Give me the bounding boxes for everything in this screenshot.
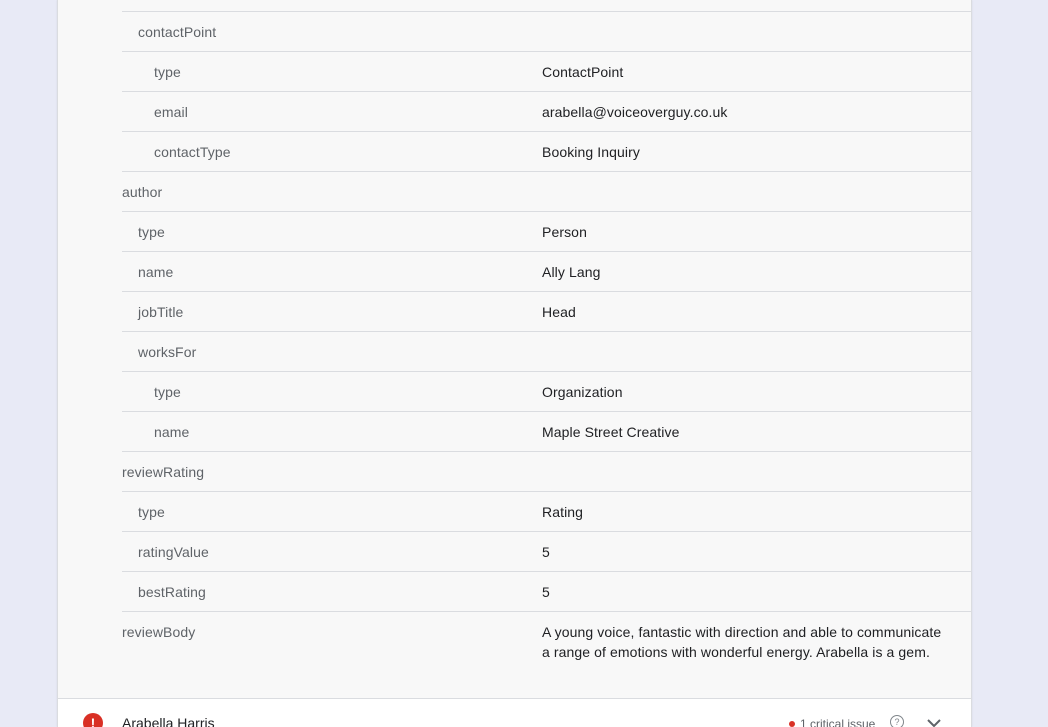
structured-data-card: contactPoint type ContactPoint email ara… <box>57 0 972 727</box>
divider <box>122 0 971 12</box>
property-row: contactType Booking Inquiry <box>122 132 971 172</box>
property-key: type <box>154 64 181 80</box>
property-row: author <box>122 172 971 212</box>
property-row: ratingValue 5 <box>122 532 971 572</box>
property-row: worksFor <box>122 332 971 372</box>
issue-text: 1 critical issue <box>800 717 876 727</box>
property-key: author <box>122 184 163 200</box>
property-key: reviewBody <box>122 624 196 640</box>
property-key: reviewRating <box>122 464 205 480</box>
detected-item-row[interactable]: ! Arabella Harris 1 critical issue ? <box>58 698 971 727</box>
property-row: bestRating 5 <box>122 572 971 612</box>
chevron-down-icon[interactable] <box>926 717 942 727</box>
property-row: type Rating <box>122 492 971 532</box>
property-key: type <box>138 224 165 240</box>
property-value: A young voice, fantastic with direction … <box>542 624 942 660</box>
property-row: type Organization <box>122 372 971 412</box>
property-value: Ally Lang <box>542 264 601 280</box>
property-value: ContactPoint <box>542 64 624 80</box>
property-row: email arabella@voiceoverguy.co.uk <box>122 92 971 132</box>
property-key: contactType <box>154 144 231 160</box>
property-value: Rating <box>542 504 584 520</box>
property-value: 5 <box>542 544 550 560</box>
item-name: Arabella Harris <box>122 715 215 727</box>
property-key: email <box>154 104 188 120</box>
property-row: reviewRating <box>122 452 971 492</box>
property-key: type <box>154 384 181 400</box>
property-key: type <box>138 504 165 520</box>
property-value: Organization <box>542 384 623 400</box>
issue-count: 1 critical issue <box>789 717 875 727</box>
property-table: contactPoint type ContactPoint email ara… <box>122 0 971 698</box>
property-value: Maple Street Creative <box>542 424 680 440</box>
property-value: arabella@voiceoverguy.co.uk <box>542 104 728 120</box>
property-key: name <box>138 264 174 280</box>
property-key: worksFor <box>138 344 197 360</box>
property-row: type ContactPoint <box>122 52 971 92</box>
property-value: Booking Inquiry <box>542 144 641 160</box>
property-row: jobTitle Head <box>122 292 971 332</box>
property-row: contactPoint <box>122 12 971 52</box>
property-key: bestRating <box>138 584 206 600</box>
property-key: name <box>154 424 190 440</box>
property-row: type Person <box>122 212 971 252</box>
property-value: 5 <box>542 584 550 600</box>
issue-dot-icon <box>789 721 795 727</box>
property-key: contactPoint <box>138 24 217 40</box>
error-icon: ! <box>83 713 103 727</box>
help-icon[interactable]: ? <box>890 715 904 727</box>
property-row: reviewBody A young voice, fantastic with… <box>122 612 971 698</box>
property-key: jobTitle <box>138 304 184 320</box>
property-value: Person <box>542 224 587 240</box>
property-row: name Maple Street Creative <box>122 412 971 452</box>
property-key: ratingValue <box>138 544 209 560</box>
property-row: name Ally Lang <box>122 252 971 292</box>
property-value: Head <box>542 304 576 320</box>
